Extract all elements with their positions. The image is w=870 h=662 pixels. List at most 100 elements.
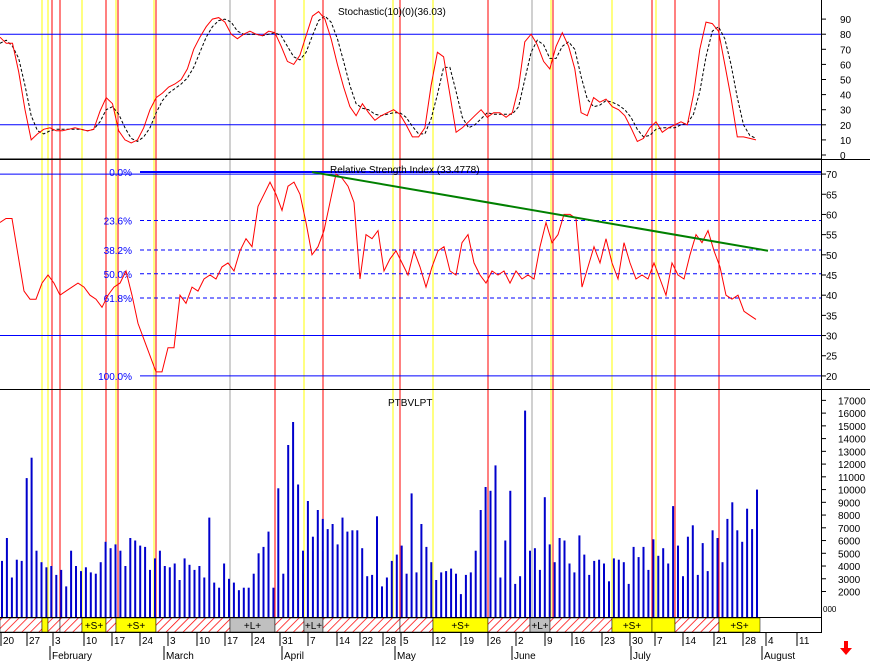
signal-band-row: +S+ +S+ +L+ +L+ +S+ +L+ +S+ +S+ [0, 617, 761, 633]
date-tick-label: 24 [254, 636, 266, 647]
volume-bar [622, 562, 625, 617]
volume-bar [519, 576, 522, 617]
volume-bar [10, 577, 13, 617]
rsi-tick-label: 70 [826, 170, 838, 181]
fibonacci-label: 38.2% [104, 246, 132, 257]
rsi-tick-label: 20 [826, 372, 838, 383]
volume-bar [25, 478, 28, 617]
volume-bar [173, 563, 176, 617]
volume-bar [114, 544, 117, 617]
volume-bar [533, 548, 536, 617]
stochastic-tick-label: 60 [840, 60, 852, 71]
signal-band [399, 617, 434, 633]
volume-bar [716, 538, 719, 617]
volume-bar [568, 563, 571, 617]
volume-bar [504, 540, 507, 617]
volume-bar [242, 587, 245, 617]
volume-bar [213, 582, 216, 617]
volume-bar [682, 576, 684, 617]
stochastic-tick-label: 90 [840, 15, 852, 26]
volume-bar [588, 574, 591, 617]
volume-bar [558, 538, 561, 617]
volume-bar [183, 558, 186, 617]
volume-tick-label: 5000 [838, 549, 861, 560]
signal-band-label: +S+ [85, 621, 104, 632]
date-tick-label: 7 [310, 636, 316, 647]
volume-bar [479, 510, 482, 617]
date-tick-label: 2 [518, 636, 524, 647]
stochastic-tick-label: 10 [840, 136, 852, 147]
date-tick-label: 23 [604, 636, 616, 647]
volume-bar [652, 539, 655, 617]
rsi-tick-label: 65 [826, 190, 838, 201]
volume-bar [425, 546, 428, 617]
red-down-arrow-icon[interactable] [838, 640, 854, 656]
rsi-tick-label: 25 [826, 352, 838, 363]
date-tick-label: 12 [435, 636, 447, 647]
stochastic-tick-label: 0 [840, 151, 846, 162]
signal-band-label: +S+ [451, 621, 470, 632]
volume-bar [583, 554, 586, 617]
month-label: April [284, 651, 304, 662]
volume-bar [154, 558, 156, 617]
volume-tick-label: 16000 [838, 409, 866, 420]
volume-bar [662, 548, 665, 617]
month-label: June [514, 651, 536, 662]
month-label: July [633, 651, 651, 662]
volume-bar [55, 574, 58, 617]
volume-bar [430, 562, 433, 617]
fibonacci-label: 0.0% [109, 168, 132, 179]
date-tick-label: 4 [768, 636, 774, 647]
stock-chart: Stochastic(10)(0)(36.03) 010203040506070… [0, 0, 870, 662]
volume-tick-label: 7000 [838, 524, 861, 535]
volume-tick-label: 13000 [838, 447, 866, 458]
volume-bar [311, 536, 314, 617]
volume-bar [484, 487, 487, 617]
volume-bar [341, 517, 344, 617]
volume-bar [158, 550, 161, 617]
volume-bar [228, 578, 230, 617]
volume-bar [218, 587, 221, 617]
signal-band [59, 617, 83, 633]
volume-bar [316, 510, 319, 617]
volume-bar [489, 490, 492, 617]
signal-band [651, 617, 676, 633]
date-tick-label: 28 [745, 636, 757, 647]
volume-bar [410, 493, 413, 617]
volume-bar [672, 506, 675, 617]
volume-bar [45, 567, 48, 617]
date-tick-label: 26 [490, 636, 502, 647]
date-tick-label: 27 [29, 636, 41, 647]
volume-bar [292, 422, 295, 617]
date-tick-label: 9 [547, 636, 553, 647]
volume-bar [297, 484, 300, 617]
signal-band [549, 617, 613, 633]
volume-bar [459, 594, 462, 617]
signal-band [105, 617, 117, 633]
volume-bar [637, 557, 640, 617]
volume-tick-label: 11000 [838, 473, 866, 484]
volume-bar [84, 567, 87, 617]
signal-band-label: +L+ [305, 621, 322, 632]
volume-bar [371, 574, 374, 617]
date-tick-label: 14 [339, 636, 351, 647]
volume-bar [455, 573, 457, 617]
date-tick-label: 22 [362, 636, 374, 647]
volume-bar [509, 490, 512, 617]
volume-tick-label: 6000 [838, 537, 861, 548]
signal-band-label: +S+ [623, 621, 642, 632]
volume-bar [376, 516, 378, 617]
volume-bar [657, 555, 660, 617]
rsi-tick-label: 45 [826, 271, 838, 282]
volume-bar [134, 540, 137, 617]
volume-bar [514, 583, 517, 617]
volume-bar [627, 583, 630, 617]
volume-bar [573, 572, 576, 617]
date-tick-label: 31 [282, 636, 294, 647]
stochastic-tick-label: 40 [840, 91, 852, 102]
stochastic-y-axis: 0 10 20 30 40 50 60 70 80 90 [822, 15, 852, 162]
volume-bar [741, 541, 744, 617]
volume-bar [99, 562, 102, 617]
volume-bar [667, 563, 670, 617]
volume-bar [119, 550, 122, 617]
